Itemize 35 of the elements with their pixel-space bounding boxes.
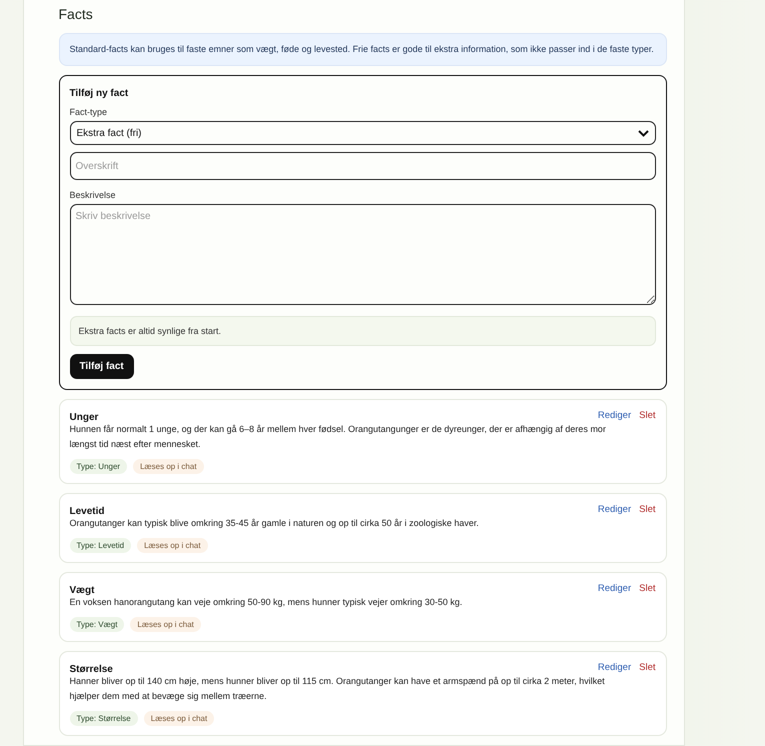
fact-title: Vægt [70,585,94,596]
field-label: Beskrivelse [70,190,117,200]
delete-link[interactable]: Slet [639,410,656,421]
section-title: Facts [58,6,94,22]
form-title: Tilføj ny fact [70,88,130,99]
description-textarea[interactable]: Skriv beskrivelse [70,204,656,305]
chat-tag: Læses op i chat [137,538,208,553]
fact-text: En voksen hanorangutang kan veje omkring 50-90 kg, mens hunner typisk vejer omkring 30-50 kg. [70,596,464,609]
delete-link[interactable]: Slet [639,662,656,673]
edit-link[interactable]: Rediger [598,504,632,515]
fact-title: Størrelse [70,664,113,675]
type-tag: Type: Vægt [70,617,124,632]
heading-input[interactable]: Overskrift [70,152,656,180]
edit-link[interactable]: Rediger [598,662,632,673]
fact-text: Orangutanger kan typisk blive omkring 35-45 år gamle i naturen og op til cirka 50 år i zoologiske haver. [70,517,480,530]
edit-link[interactable]: Rediger [598,410,632,421]
fact-text: Hanner bliver op til 140 cm høje, mens hunner bliver op til 115 cm. Orangutanger kan have et armspænd på op til cirka 2 meter, hvilket hjælper dem med at bevæge sig mellem træerne. [70,675,606,703]
delete-link[interactable]: Slet [639,504,656,515]
type-tag: Type: Unger [70,459,128,474]
fact-text: Hunnen får normalt 1 unge, og der kan gå 6–8 år mellem hver fødsel. Orangutangunger er de dyreunger, der er afhængig af deres mor længst tid næst efter mennesket. [70,423,607,451]
add-fact-button[interactable]: Tilføj fact [70,354,134,379]
fact-type-select[interactable]: Ekstra fact (fri) [70,121,656,145]
chat-tag: Læses op i chat [133,459,204,474]
chevron-down-icon [638,130,648,136]
type-tag: Type: Levetid [70,538,132,553]
type-tag: Type: Størrelse [70,711,138,726]
hint-note: Ekstra facts er altid synlige fra start. [70,316,656,346]
chat-tag: Læses op i chat [144,711,214,726]
info-note: Standard-facts kan bruges til faste emner som vægt, føde og levested. Frie facts er gode til ekstra information, som ikke passer ind i de faste typer. [58,33,666,66]
delete-link[interactable]: Slet [639,583,656,594]
field-label: Fact-type [70,107,108,117]
fact-title: Unger [70,412,98,423]
fact-title: Levetid [70,506,105,517]
chat-tag: Læses op i chat [130,617,201,632]
edit-link[interactable]: Rediger [598,583,632,594]
